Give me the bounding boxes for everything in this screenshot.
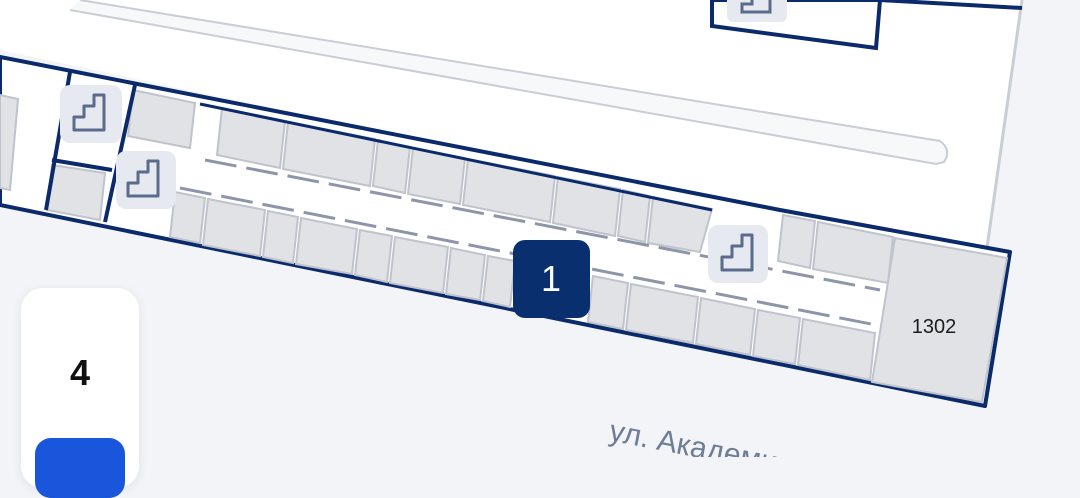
stairs-marker-1[interactable] [60, 85, 122, 143]
stairs-marker-2[interactable] [116, 151, 176, 209]
floor-switcher: 4 [21, 288, 139, 498]
location-marker-label: 1 [541, 258, 561, 299]
location-marker[interactable]: 1 [513, 240, 590, 318]
stairs-marker-top[interactable] [727, 0, 787, 22]
floor-map[interactable]: 1302 1 ул. Академика П [0, 0, 1080, 457]
street-label: ул. Академика П [607, 414, 840, 457]
floor-button[interactable]: 4 [21, 338, 139, 408]
room-1302-label: 1302 [912, 316, 957, 338]
stairs-marker-3[interactable] [708, 225, 768, 283]
active-floor-button[interactable] [35, 438, 125, 498]
